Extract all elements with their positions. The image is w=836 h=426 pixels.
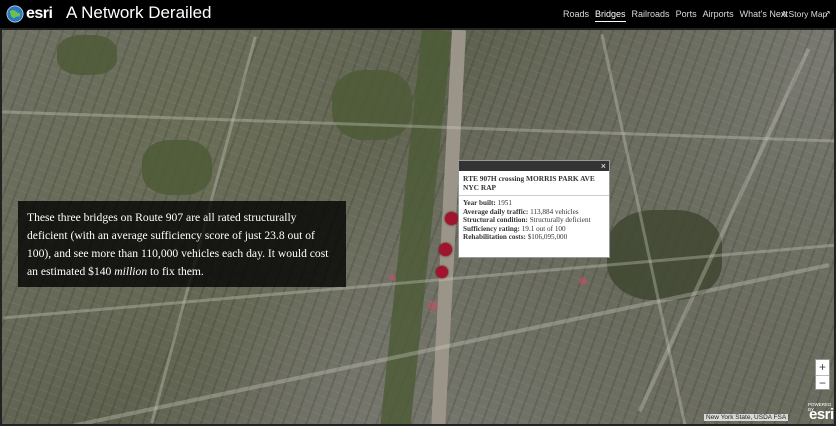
popup-field: Year built: 1951 xyxy=(463,199,512,207)
story-text-end: to fix them. xyxy=(147,265,204,278)
close-icon[interactable]: × xyxy=(601,161,606,171)
bridge-marker-other[interactable] xyxy=(389,274,396,281)
popup-field: Rehabilitation costs: $106,095,000 xyxy=(463,233,568,241)
bridge-marker[interactable] xyxy=(445,212,458,225)
nav-railroads[interactable]: Railroads xyxy=(632,9,670,22)
nav-bar: Roads Bridges Railroads Ports Airports W… xyxy=(563,9,794,22)
popup-field: Structural condition: Structurally defic… xyxy=(463,216,591,224)
popup-title: RTE 907H crossing MORRIS PARK AVE NYC RA… xyxy=(459,171,609,196)
page-title: A Network Derailed xyxy=(66,3,212,22)
story-text-emphasis: million xyxy=(114,265,148,278)
nav-bridges[interactable]: Bridges xyxy=(595,9,626,22)
bridge-marker-other[interactable] xyxy=(579,277,587,285)
esri-logo[interactable]: esri xyxy=(6,4,53,24)
zoom-out-button[interactable]: − xyxy=(816,376,829,391)
map-attribution[interactable]: New York State, USDA FSA xyxy=(704,414,789,421)
nav-roads[interactable]: Roads xyxy=(563,9,589,22)
story-text-panel: These three bridges on Route 907 are all… xyxy=(18,201,346,287)
app-header: esri A Network Derailed Roads Bridges Ra… xyxy=(0,0,836,28)
bridge-marker[interactable] xyxy=(436,266,448,278)
logo-text: esri xyxy=(26,5,53,22)
bridge-info-popup: × RTE 907H crossing MORRIS PARK AVE NYC … xyxy=(458,160,610,258)
bridge-marker[interactable] xyxy=(439,243,452,256)
esri-watermark[interactable]: esri xyxy=(809,406,834,423)
popup-field: Average daily traffic: 113,884 vehicles xyxy=(463,207,579,216)
external-link-icon[interactable]: ↗ xyxy=(824,9,831,18)
nav-airports[interactable]: Airports xyxy=(703,9,734,22)
bridge-marker-other[interactable] xyxy=(428,301,438,311)
globe-icon xyxy=(6,5,24,23)
popup-titlebar: × xyxy=(459,161,609,171)
popup-field: Sufficiency rating: 19.1 out of 100 xyxy=(463,224,566,233)
zoom-in-button[interactable]: + xyxy=(816,360,829,375)
popup-body: Year built: 1951 Average daily traffic: … xyxy=(459,196,609,245)
nav-ports[interactable]: Ports xyxy=(676,9,697,22)
story-map-link[interactable]: A Story Map xyxy=(781,9,827,19)
zoom-control: + − xyxy=(815,359,830,390)
